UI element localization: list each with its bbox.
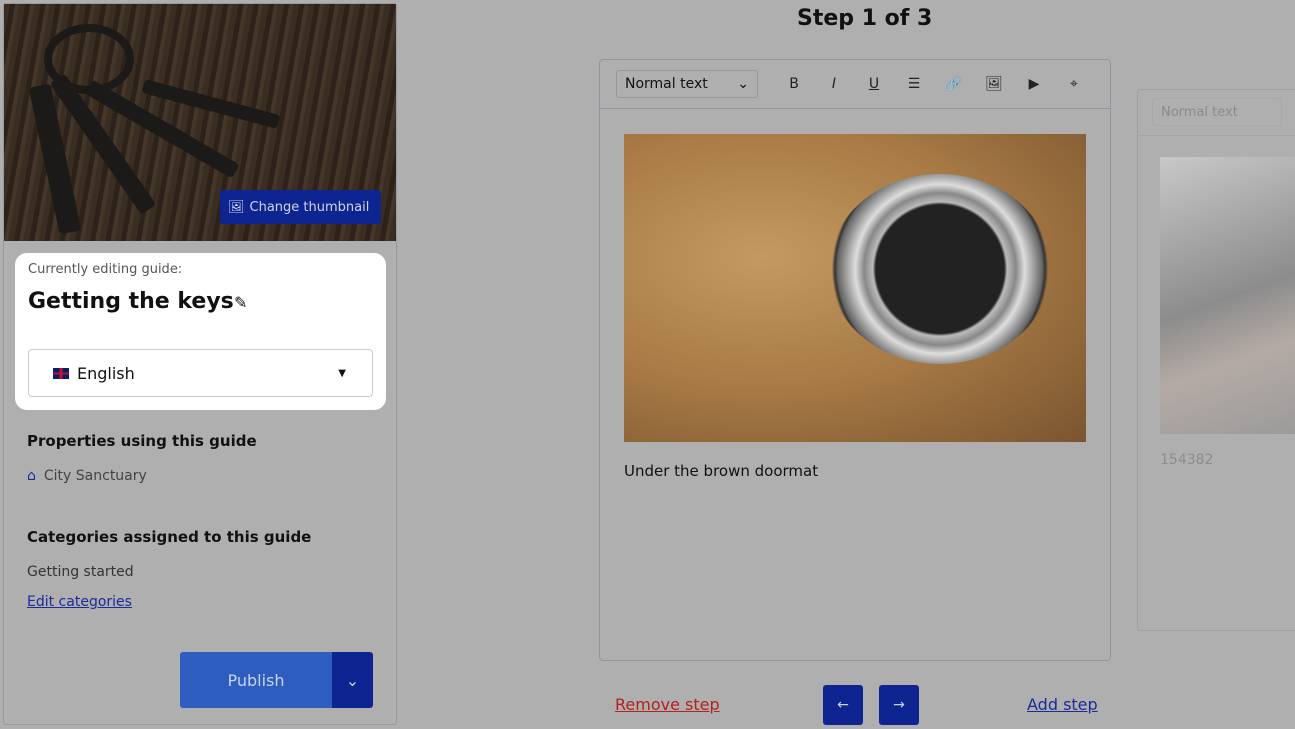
next-step-arrow-right-icon[interactable]: →: [879, 685, 919, 725]
list-icon[interactable]: ☰: [894, 76, 934, 92]
remove-step-link[interactable]: Remove step: [615, 695, 720, 714]
next-step-text: 154382: [1160, 452, 1214, 468]
divider: [1138, 135, 1295, 136]
location-icon[interactable]: ⌖: [1054, 76, 1094, 92]
category-item: Getting started: [27, 564, 134, 580]
guide-title: Getting the keys: [28, 289, 234, 314]
house-location-icon: ⌂: [27, 468, 36, 484]
step-editor: Normal text ⌄ B I U ☰ 🔗 🖼 ▶ ⌖ Under the b…: [599, 59, 1111, 661]
properties-heading: Properties using this guide: [27, 432, 257, 450]
next-step-image: [1160, 157, 1295, 434]
video-icon[interactable]: ▶: [1014, 76, 1054, 92]
editor-toolbar: Normal text ⌄ B I U ☰ 🔗 🖼 ▶ ⌖: [600, 60, 1110, 109]
caret-down-icon: ▼: [338, 367, 346, 379]
underline-icon[interactable]: U: [854, 76, 894, 92]
step-text[interactable]: Under the brown doormat: [624, 462, 818, 480]
format-value: Normal text: [625, 76, 708, 92]
change-thumbnail-button[interactable]: 🖼 Change thumbnail: [220, 190, 381, 224]
image-icon[interactable]: 🖼: [974, 76, 1014, 92]
editing-label: Currently editing guide:: [28, 262, 183, 277]
next-format-select: Normal text: [1152, 98, 1282, 126]
next-step-preview[interactable]: Normal text 154382: [1137, 89, 1295, 631]
guide-thumbnail: 🖼 Change thumbnail: [4, 4, 396, 241]
add-step-link[interactable]: Add step: [1027, 695, 1098, 714]
chevron-down-icon: ⌄: [737, 76, 749, 92]
text-format-select[interactable]: Normal text ⌄: [616, 70, 758, 98]
italic-icon[interactable]: I: [814, 76, 854, 92]
previous-step-arrow-left-icon[interactable]: ←: [823, 685, 863, 725]
publish-options-chevron-down-icon[interactable]: ⌄: [332, 652, 373, 708]
image-icon: 🖼: [228, 199, 245, 215]
link-icon[interactable]: 🔗: [934, 76, 974, 92]
language-select[interactable]: English ▼: [28, 349, 373, 397]
step-image: [624, 134, 1086, 442]
categories-heading: Categories assigned to this guide: [27, 528, 312, 546]
publish-button[interactable]: Publish: [180, 652, 332, 708]
bold-icon[interactable]: B: [774, 76, 814, 92]
edit-title-pencil-icon[interactable]: ✎: [234, 293, 247, 312]
uk-flag-icon: [53, 367, 69, 379]
property-item: ⌂ City Sanctuary: [27, 468, 147, 484]
guide-info-card: Currently editing guide: Getting the key…: [15, 253, 386, 410]
edit-categories-link[interactable]: Edit categories: [27, 594, 132, 610]
compass-image: [829, 174, 1051, 364]
language-value: English: [77, 363, 135, 383]
step-title: Step 1 of 3: [797, 6, 933, 31]
guide-sidebar: 🖼 Change thumbnail Currently editing gui…: [3, 3, 397, 725]
